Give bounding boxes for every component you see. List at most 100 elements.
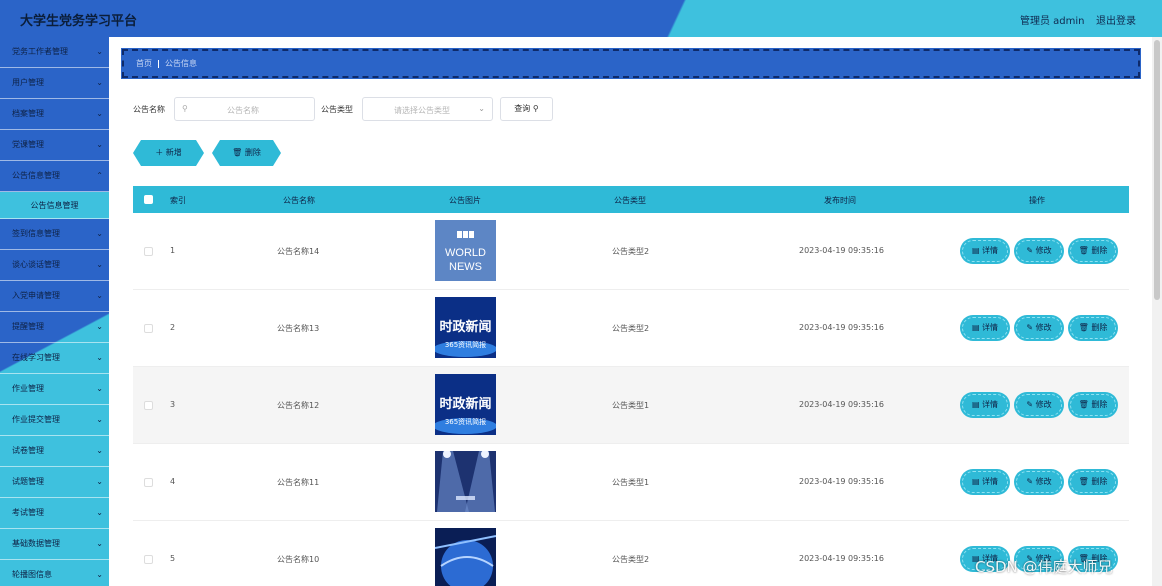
chevron-down-icon: ⌄ [96, 140, 103, 149]
announcements-table: 索引 公告名称 公告图片 公告类型 发布时间 操作 1 公告名称14 WORLD… [133, 186, 1129, 586]
page-scrollbar-thumb[interactable] [1154, 40, 1160, 300]
chevron-down-icon: ⌄ [96, 415, 103, 424]
chevron-down-icon: ⌄ [96, 446, 103, 455]
header-name: 公告名称 [283, 196, 315, 205]
detail-button[interactable]: ▤ 详情 [962, 317, 1008, 339]
detail-button[interactable]: ▤ 详情 [962, 394, 1008, 416]
row-checkbox[interactable] [144, 478, 153, 487]
sidebar-item-checkin[interactable]: 签到信息管理 ⌄ [0, 219, 109, 250]
sidebar-item-base-data[interactable]: 基础数据管理 ⌄ [0, 529, 109, 560]
delete-label: 删除 [1091, 246, 1108, 255]
row-checkbox[interactable] [144, 555, 153, 564]
detail-button[interactable]: ▤ 详情 [962, 240, 1008, 262]
chevron-down-icon: ⌄ [96, 477, 103, 486]
row-time: 2023-04-19 09:35:16 [799, 477, 884, 486]
breadcrumb-home[interactable]: 首页 [136, 59, 152, 68]
row-checkbox[interactable] [144, 324, 153, 333]
chevron-down-icon: ⌄ [96, 291, 103, 300]
sidebar-subitem-announcement-management[interactable]: 公告信息管理 [0, 192, 109, 219]
sidebar-item-users[interactable]: 用户管理 ⌄ [0, 68, 109, 99]
sidebar-item-label: 作业提交管理 [12, 415, 60, 424]
sidebar-item-label: 用户管理 [12, 78, 44, 87]
logout-link[interactable]: 退出登录 [1096, 12, 1136, 27]
chevron-down-icon: ⌄ [96, 260, 103, 269]
sidebar-item-label: 试题管理 [12, 477, 44, 486]
announcement-image-stage [435, 451, 496, 512]
table-row: 1 公告名称14 WORLD NEWS 公告类型2 2023-04-19 09:… [133, 213, 1129, 290]
query-button[interactable]: 查询 ⚲ [500, 97, 553, 121]
header-actions: 操作 [1029, 196, 1045, 205]
sidebar-item-announcements[interactable]: 公告信息管理 ⌃ [0, 161, 109, 192]
edit-button[interactable]: ✎ 修改 [1016, 471, 1062, 493]
detail-label: 详情 [982, 246, 999, 255]
svg-text:WORLD: WORLD [445, 247, 486, 259]
sidebar-item-party-lessons[interactable]: 党课管理 ⌄ [0, 130, 109, 161]
header-image: 公告图片 [449, 196, 481, 205]
row-name: 公告名称10 [277, 555, 320, 564]
detail-button[interactable]: ▤ 详情 [962, 471, 1008, 493]
delete-label: 删除 [1091, 400, 1108, 409]
sidebar-item-archives[interactable]: 档案管理 ⌄ [0, 99, 109, 130]
search-name-input[interactable]: ⚲ 公告名称 [174, 97, 315, 121]
app-title: 大学生党务学习平台 [20, 14, 138, 29]
add-button[interactable]: ＋ 新增 [133, 140, 204, 166]
announcement-image-news: 时政新闻 365资讯简报 [435, 374, 496, 435]
select-all-checkbox[interactable] [144, 195, 153, 204]
delete-button[interactable]: 🗑 删除 [1070, 240, 1116, 262]
sidebar-item-label: 在线学习管理 [12, 353, 60, 362]
sidebar-item-questions[interactable]: 试题管理 ⌄ [0, 467, 109, 498]
announcement-image-bbc: WORLD NEWS [435, 220, 496, 281]
row-name: 公告名称11 [277, 478, 320, 487]
row-type: 公告类型1 [612, 478, 650, 487]
search-type-placeholder: 请选择公告类型 [394, 106, 450, 115]
row-index: 4 [170, 477, 176, 486]
sidebar-item-homework-submissions[interactable]: 作业提交管理 ⌄ [0, 405, 109, 436]
batch-delete-button[interactable]: 🗑 删除 [212, 140, 281, 166]
sidebar-item-label: 党课管理 [12, 140, 44, 149]
sidebar-item-carousel[interactable]: 轮播图信息 ⌄ [0, 560, 109, 586]
chevron-down-icon: ⌄ [96, 539, 103, 548]
edit-button[interactable]: ✎ 修改 [1016, 317, 1062, 339]
chevron-down-icon: ⌄ [96, 570, 103, 579]
row-checkbox[interactable] [144, 401, 153, 410]
header-time: 发布时间 [824, 196, 856, 205]
row-index: 1 [170, 246, 176, 255]
row-time: 2023-04-19 09:35:16 [799, 400, 884, 409]
row-index: 3 [170, 400, 176, 409]
search-name-placeholder: 公告名称 [227, 106, 259, 115]
sidebar-item-exams[interactable]: 考试管理 ⌄ [0, 498, 109, 529]
sidebar-item-talks[interactable]: 谈心谈话管理 ⌄ [0, 250, 109, 281]
sidebar-item-label: 入党申请管理 [12, 291, 60, 300]
delete-button[interactable]: 🗑 删除 [1070, 471, 1116, 493]
row-type: 公告类型1 [612, 401, 650, 410]
sidebar-item-label: 提醒管理 [12, 322, 44, 331]
search-type-label: 公告类型 [321, 105, 353, 114]
sidebar-item-reminders[interactable]: 提醒管理 ⌄ [0, 312, 109, 343]
sidebar-item-label: 考试管理 [12, 508, 44, 517]
sidebar-item-online-learning[interactable]: 在线学习管理 ⌄ [0, 343, 109, 374]
chevron-down-icon: ⌄ [96, 47, 103, 56]
chevron-down-icon: ⌄ [96, 78, 103, 87]
sidebar-item-homework[interactable]: 作业管理 ⌄ [0, 374, 109, 405]
delete-button[interactable]: 🗑 删除 [1070, 394, 1116, 416]
announcement-image-globe [435, 528, 496, 586]
row-time: 2023-04-19 09:35:16 [799, 323, 884, 332]
sidebar-item-papers[interactable]: 试卷管理 ⌄ [0, 436, 109, 467]
sidebar-item-party-workers[interactable]: 党务工作者管理 ⌄ [0, 37, 109, 68]
delete-button[interactable]: 🗑 删除 [1070, 317, 1116, 339]
edit-button[interactable]: ✎ 修改 [1016, 394, 1062, 416]
row-type: 公告类型2 [612, 324, 650, 333]
row-checkbox[interactable] [144, 247, 153, 256]
chevron-down-icon: ⌄ [96, 229, 103, 238]
svg-text:时政新闻: 时政新闻 [439, 396, 491, 412]
sidebar-item-label: 轮播图信息 [12, 570, 52, 579]
delete-label: 删除 [1091, 477, 1108, 486]
search-type-select[interactable]: 请选择公告类型 ⌄ [362, 97, 493, 121]
row-index: 2 [170, 323, 176, 332]
search-icon: ⚲ [532, 104, 539, 113]
add-button-label: 新增 [165, 148, 182, 157]
sidebar-item-applications[interactable]: 入党申请管理 ⌄ [0, 281, 109, 312]
breadcrumb-current: 公告信息 [165, 59, 197, 68]
edit-button[interactable]: ✎ 修改 [1016, 240, 1062, 262]
chevron-up-icon: ⌃ [96, 171, 103, 180]
